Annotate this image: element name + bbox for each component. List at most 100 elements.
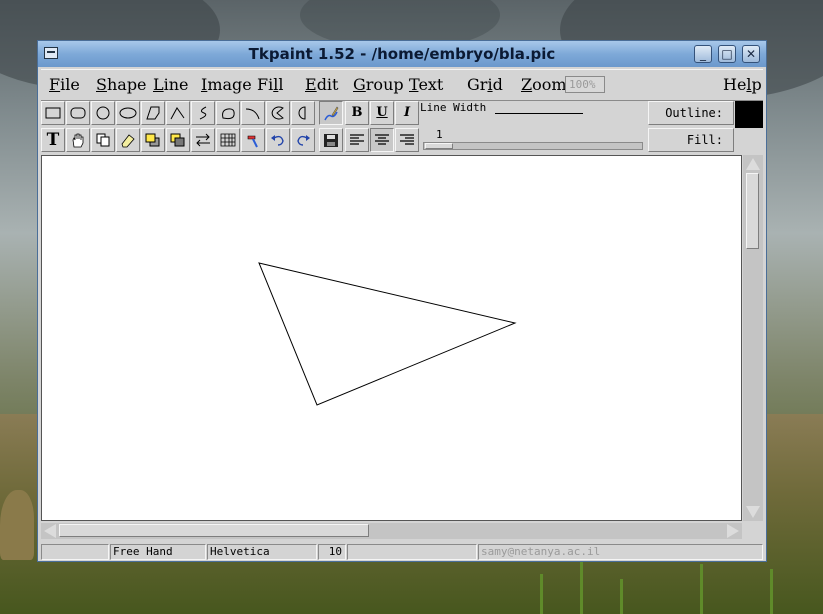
align-left-icon: [350, 134, 364, 145]
status-font-size: 10: [318, 544, 346, 560]
menu-fill-label-pre: Fi: [257, 75, 274, 94]
copy-tool[interactable]: [91, 128, 115, 152]
raise-tool[interactable]: [141, 128, 165, 152]
menu-edit[interactable]: Edit: [305, 75, 338, 94]
line-width-value: 1: [436, 128, 443, 141]
scroll-right-arrow-icon[interactable]: [727, 524, 739, 538]
arc-tool[interactable]: [241, 101, 265, 125]
rounded-rectangle-tool[interactable]: [66, 101, 90, 125]
lower-tool[interactable]: [166, 128, 190, 152]
swap-arrows-icon: [196, 133, 210, 147]
grass: [540, 574, 543, 614]
menu-file-mnemonic: F: [49, 75, 61, 94]
align-right-button[interactable]: [395, 128, 419, 152]
menu-shape-label: hape: [106, 75, 147, 94]
polyline-tool[interactable]: [166, 101, 190, 125]
tkpaint-window: Tkpaint 1.52 - /home/embryo/bla.pic _ □ …: [37, 40, 767, 562]
hand-icon: [72, 133, 84, 148]
horizontal-scrollbar[interactable]: [41, 523, 742, 539]
polygon-icon: [146, 106, 160, 120]
italic-button[interactable]: I: [395, 101, 419, 125]
closed-spline-tool[interactable]: [216, 101, 240, 125]
vertical-scroll-thumb[interactable]: [746, 173, 759, 249]
text-tool[interactable]: T: [41, 128, 65, 152]
arc-icon: [245, 108, 260, 120]
rectangle-tool[interactable]: [41, 101, 65, 125]
menu-shape-mnemonic: S: [96, 75, 107, 94]
triangle-shape[interactable]: [258, 262, 517, 406]
bold-button[interactable]: B: [345, 101, 369, 125]
menu-text[interactable]: Text: [409, 75, 443, 94]
grass: [580, 559, 583, 614]
line-width-slider[interactable]: [423, 142, 643, 150]
eraser-tool[interactable]: [116, 128, 140, 152]
underline-button[interactable]: U: [370, 101, 394, 125]
circle-tool[interactable]: [91, 101, 115, 125]
undo-button[interactable]: [266, 128, 290, 152]
color-picker-tool[interactable]: [241, 128, 265, 152]
menu-group[interactable]: Group: [353, 75, 404, 94]
grid-icon: [220, 133, 236, 147]
free-hand-tool[interactable]: [319, 101, 343, 125]
polygon-tool[interactable]: [141, 101, 165, 125]
undo-icon: [271, 135, 284, 146]
menu-file-label: ile: [60, 75, 80, 94]
spline-tool[interactable]: [191, 101, 215, 125]
close-button[interactable]: ✕: [742, 45, 760, 63]
menu-shape[interactable]: Shape: [96, 75, 147, 94]
status-mode: Free Hand: [110, 544, 206, 560]
menu-zoom-mnemonic: Z: [521, 75, 533, 94]
ellipse-tool[interactable]: [116, 101, 140, 125]
menu-grid-label-pre: Gr: [467, 75, 488, 94]
menu-grid[interactable]: Grid: [467, 75, 503, 94]
closed-spline-icon: [222, 108, 235, 120]
align-center-button[interactable]: [370, 128, 394, 152]
fill-color-button[interactable]: Fill:: [648, 128, 734, 152]
menu-fill[interactable]: Fill: [257, 75, 283, 94]
floppy-disk-icon: [324, 134, 338, 147]
pie-slice-tool[interactable]: [266, 101, 290, 125]
grid-tool[interactable]: [216, 128, 240, 152]
eraser-icon: [121, 134, 135, 148]
swap-tool[interactable]: [191, 128, 215, 152]
window-title: Tkpaint 1.52 - /home/embryo/bla.pic: [248, 45, 556, 63]
outline-color-swatch[interactable]: [735, 101, 763, 128]
scroll-left-arrow-icon[interactable]: [44, 524, 56, 538]
status-bar: Free Hand Helvetica 10 samy@netanya.ac.i…: [41, 544, 763, 560]
chord-tool[interactable]: [291, 101, 315, 125]
minimize-button[interactable]: _: [694, 45, 712, 63]
menu-group-label: roup: [365, 75, 404, 94]
scroll-up-arrow-icon[interactable]: [746, 158, 760, 170]
vertical-scrollbar[interactable]: [743, 155, 763, 521]
menu-file[interactable]: File: [49, 75, 80, 94]
pie-slice-icon: [271, 106, 284, 120]
menu-text-label: ext: [418, 75, 444, 94]
menu-fill-label: l: [278, 75, 284, 94]
status-email: samy@netanya.ac.il: [478, 544, 763, 560]
menu-image-label: mage: [207, 75, 252, 94]
title-bar[interactable]: Tkpaint 1.52 - /home/embryo/bla.pic _ □ …: [38, 41, 766, 67]
scroll-down-arrow-icon[interactable]: [746, 506, 760, 518]
align-left-button[interactable]: [345, 128, 369, 152]
redo-icon: [297, 135, 310, 146]
menu-line[interactable]: Line: [153, 75, 189, 94]
horizontal-scroll-thumb[interactable]: [59, 524, 369, 537]
grass: [620, 579, 623, 614]
menu-image[interactable]: Image: [201, 75, 252, 94]
menu-help[interactable]: Help: [723, 75, 762, 94]
maximize-button[interactable]: □: [718, 45, 736, 63]
line-width-slider-handle[interactable]: [425, 143, 453, 149]
rectangle-icon: [45, 107, 61, 119]
paint-hammer-icon: [247, 135, 258, 148]
zoom-level-field[interactable]: 100%: [565, 76, 605, 93]
polyline-icon: [170, 107, 185, 120]
circle-icon: [96, 106, 110, 120]
drawing-canvas[interactable]: [41, 155, 742, 521]
spline-icon: [199, 106, 207, 120]
menu-zoom[interactable]: Zoom: [521, 75, 567, 94]
save-button[interactable]: [319, 128, 343, 152]
outline-color-button[interactable]: Outline:: [648, 101, 734, 125]
move-hand-tool[interactable]: [66, 128, 90, 152]
status-font: Helvetica: [207, 544, 317, 560]
redo-button[interactable]: [291, 128, 315, 152]
